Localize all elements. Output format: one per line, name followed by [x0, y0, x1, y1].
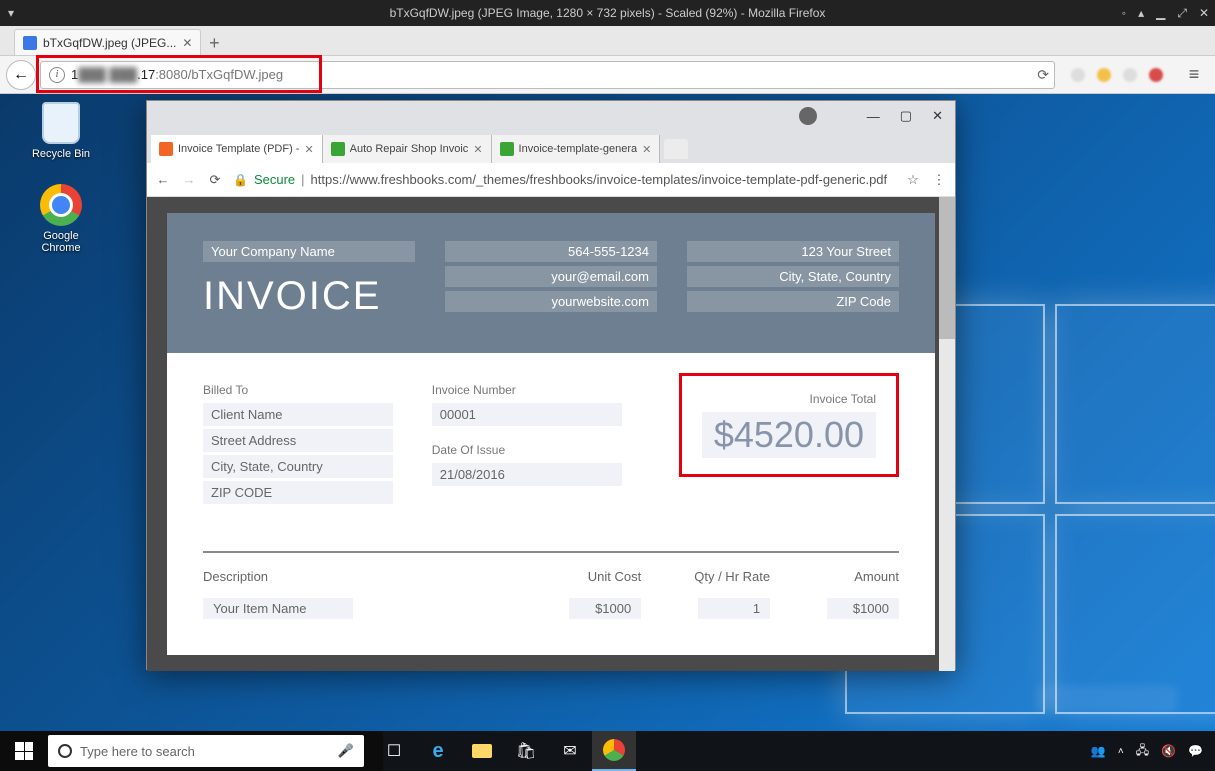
firefox-menu-button[interactable]: ≡: [1179, 60, 1209, 90]
task-view-button[interactable]: ☐: [372, 731, 416, 771]
chrome-window-controls: — ▢ ✕: [147, 101, 955, 131]
company-name-field: Your Company Name: [203, 241, 415, 262]
folder-icon: [472, 744, 492, 758]
start-button[interactable]: [0, 731, 48, 771]
window-up-icon[interactable]: ▴: [1138, 6, 1144, 21]
chrome-close-button[interactable]: ✕: [932, 108, 943, 124]
extension-icon[interactable]: [1097, 68, 1111, 82]
window-iconify-icon[interactable]: ◦: [1122, 6, 1126, 21]
chrome-address-bar[interactable]: 🔒 Secure | https://www.freshbooks.com/_t…: [233, 172, 895, 187]
linux-window-titlebar: ▾ bTxGqfDW.jpeg (JPEG Image, 1280 × 732 …: [0, 0, 1215, 26]
extension-icon[interactable]: [1071, 68, 1085, 82]
tray-overflow-icon[interactable]: ˄: [1118, 746, 1124, 757]
action-center-icon[interactable]: 💬: [1188, 744, 1203, 758]
people-icon[interactable]: 👥: [1091, 744, 1106, 758]
chrome-maximize-button[interactable]: ▢: [900, 108, 912, 124]
tab-close-icon[interactable]: ✕: [642, 143, 651, 156]
invoice-total-amount: $4520.00: [702, 412, 876, 458]
cortana-circle-icon: [58, 744, 72, 758]
edge-icon: e: [432, 740, 443, 763]
site-info-icon[interactable]: i: [49, 67, 65, 83]
extension-icon[interactable]: [1149, 68, 1163, 82]
chrome-tab[interactable]: Invoice-template-genera ✕: [492, 135, 661, 163]
chrome-toolbar: ← → ⟳ 🔒 Secure | https://www.freshbooks.…: [147, 163, 955, 197]
lock-icon: 🔒: [233, 173, 248, 187]
pdf-scrollbar-track[interactable]: [939, 197, 955, 671]
firefox-extensions: [1059, 68, 1175, 82]
chrome-new-tab-button[interactable]: [664, 139, 688, 159]
taskbar-mail[interactable]: ✉: [548, 731, 592, 771]
window-maximize-icon[interactable]: ⤢: [1177, 6, 1187, 21]
chrome-tab-strip: Invoice Template (PDF) - ✕ Auto Repair S…: [147, 131, 955, 163]
firefox-toolbar: ← i 1███ ███.17:8080/bTxGqfDW.jpeg ⟳ ≡: [0, 56, 1215, 94]
taskbar-explorer[interactable]: [460, 731, 504, 771]
desktop-recycle-bin[interactable]: Recycle Bin: [24, 102, 98, 160]
chrome-reload-button[interactable]: ⟳: [207, 172, 223, 188]
microphone-icon[interactable]: 🎤: [338, 743, 354, 759]
volume-icon[interactable]: 🔇: [1161, 744, 1176, 758]
windows-logo-icon: [15, 742, 33, 760]
pdf-scrollbar-thumb[interactable]: [939, 197, 955, 339]
windows-taskbar: Type here to search 🎤 ☐ e 🛍 ✉ 👥 ˄ 🖧 🔇 💬: [0, 731, 1215, 771]
chrome-back-button[interactable]: ←: [155, 172, 171, 187]
image-favicon-icon: [23, 36, 37, 50]
firefox-tab-label: bTxGqfDW.jpeg (JPEG...: [43, 36, 176, 50]
recycle-bin-icon: [40, 102, 82, 144]
firefox-address-bar[interactable]: i 1███ ███.17:8080/bTxGqfDW.jpeg ⟳: [40, 61, 1055, 89]
profile-avatar-icon[interactable]: [799, 107, 817, 125]
reload-icon[interactable]: ⟳: [1037, 66, 1049, 83]
watermark-blur: [1037, 685, 1177, 713]
bookmark-star-icon[interactable]: ☆: [905, 172, 921, 188]
desktop-chrome-shortcut[interactable]: Google Chrome: [24, 184, 98, 254]
window-dropdown-icon[interactable]: ▾: [8, 6, 14, 20]
invoice-title: INVOICE: [203, 274, 415, 319]
window-title: bTxGqfDW.jpeg (JPEG Image, 1280 × 732 pi…: [390, 6, 826, 20]
network-icon[interactable]: 🖧: [1136, 741, 1149, 762]
mail-icon: ✉: [563, 741, 576, 761]
invoice-total-highlight: Invoice Total $4520.00: [679, 373, 899, 477]
chrome-icon: [40, 184, 82, 226]
chrome-forward-button[interactable]: →: [181, 172, 197, 187]
store-icon: 🛍: [516, 741, 536, 761]
chrome-minimize-button[interactable]: —: [867, 109, 880, 124]
back-button[interactable]: ←: [6, 60, 36, 90]
chrome-tab[interactable]: Invoice Template (PDF) - ✕: [151, 135, 323, 163]
tab-close-icon[interactable]: ✕: [182, 36, 192, 50]
task-view-icon: ☐: [387, 741, 401, 761]
firefox-new-tab-button[interactable]: +: [201, 31, 227, 55]
taskbar-chrome[interactable]: [592, 731, 636, 771]
tab-close-icon[interactable]: ✕: [473, 143, 482, 156]
invoice-header: Your Company Name INVOICE 564-555-1234 y…: [167, 213, 935, 353]
image-viewport: Recycle Bin Google Chrome — ▢ ✕ Invoice …: [0, 94, 1215, 771]
invoice-line-items: Description Unit Cost Qty / Hr Rate Amou…: [203, 551, 899, 623]
system-tray: 👥 ˄ 🖧 🔇 💬: [1079, 741, 1215, 762]
taskbar-store[interactable]: 🛍: [504, 731, 548, 771]
chrome-icon: [603, 739, 625, 761]
chrome-tab[interactable]: Auto Repair Shop Invoic ✕: [323, 135, 492, 163]
window-minimize-icon[interactable]: ▁: [1156, 6, 1165, 21]
extension-icon[interactable]: [1123, 68, 1137, 82]
pdf-viewer: Your Company Name INVOICE 564-555-1234 y…: [147, 197, 955, 671]
chrome-window: — ▢ ✕ Invoice Template (PDF) - ✕ Auto Re…: [146, 100, 956, 670]
invoice-body: Billed To Client Name Street Address Cit…: [167, 353, 935, 653]
favicon-icon: [331, 142, 345, 156]
chrome-menu-button[interactable]: ⋮: [931, 172, 947, 188]
window-close-icon[interactable]: ✕: [1199, 6, 1209, 21]
table-row: Your Item Name $1000 1 $1000: [203, 594, 899, 623]
favicon-icon: [159, 142, 173, 156]
tab-close-icon[interactable]: ✕: [304, 143, 313, 156]
pdf-page: Your Company Name INVOICE 564-555-1234 y…: [167, 213, 935, 655]
taskbar-edge[interactable]: e: [416, 731, 460, 771]
firefox-tab[interactable]: bTxGqfDW.jpeg (JPEG... ✕: [14, 29, 201, 55]
firefox-tab-bar: bTxGqfDW.jpeg (JPEG... ✕ +: [0, 26, 1215, 56]
taskbar-search-input[interactable]: Type here to search 🎤: [48, 735, 364, 767]
favicon-icon: [500, 142, 514, 156]
